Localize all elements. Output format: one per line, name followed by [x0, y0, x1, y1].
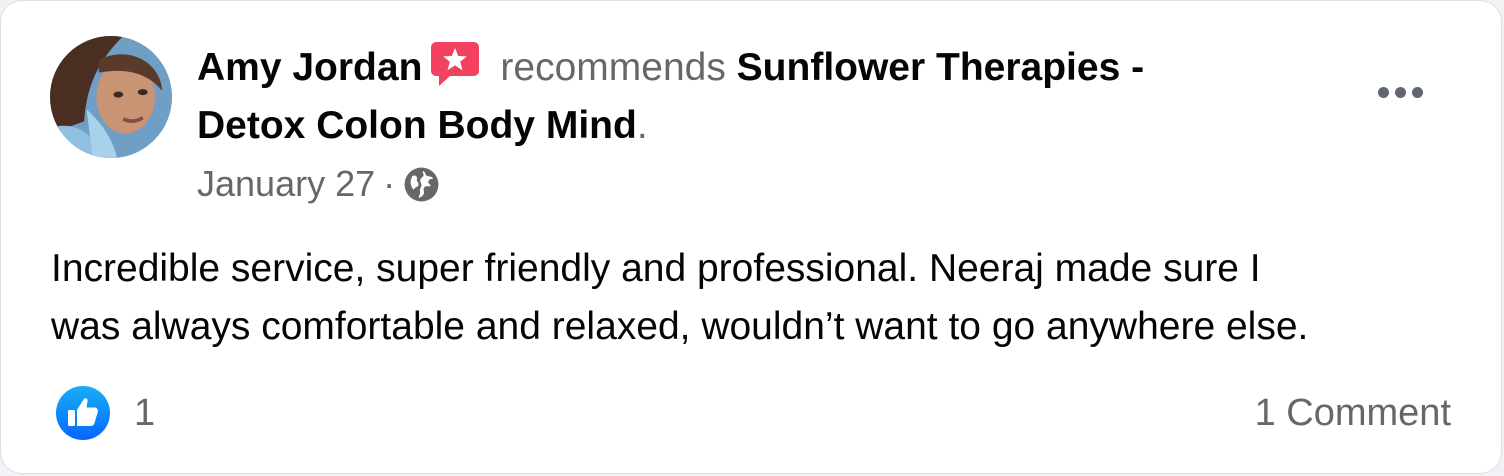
post-body: Incredible service, super friendly and p… — [51, 240, 1461, 356]
post-header-line-1: Amy Jordan recommends Sunflower Therapie… — [197, 40, 1347, 96]
reaction-count: 1 — [134, 391, 156, 434]
author-name[interactable]: Amy Jordan — [197, 46, 422, 89]
post-meta: January 27 · — [197, 161, 440, 207]
recommends-text: recommends — [500, 46, 726, 89]
meta-separator: · — [383, 163, 396, 204]
page-name-continued[interactable]: Detox Colon Body Mind — [197, 104, 637, 147]
comments-count-link[interactable]: 1 Comment — [1255, 387, 1451, 439]
globe-icon[interactable] — [403, 166, 440, 203]
like-icon — [56, 386, 110, 440]
avatar-photo — [50, 36, 172, 158]
header-period: . — [636, 104, 648, 147]
more-options-icon — [1377, 86, 1423, 98]
author-avatar[interactable] — [50, 36, 172, 158]
reactions-summary[interactable]: 1 — [54, 383, 155, 443]
post-header-line-2: Detox Colon Body Mind. — [197, 98, 1347, 154]
review-post-card: Amy Jordan recommends Sunflower Therapie… — [0, 0, 1502, 474]
more-options-button[interactable] — [1367, 67, 1433, 117]
page-name[interactable]: Sunflower Therapies - — [737, 46, 1144, 89]
recommend-star-icon — [431, 42, 480, 86]
post-date[interactable]: January 27 — [197, 163, 375, 204]
post-body-line-1: Incredible service, super friendly and p… — [51, 247, 1261, 290]
post-body-line-2: was always comfortable and relaxed, woul… — [51, 305, 1309, 348]
